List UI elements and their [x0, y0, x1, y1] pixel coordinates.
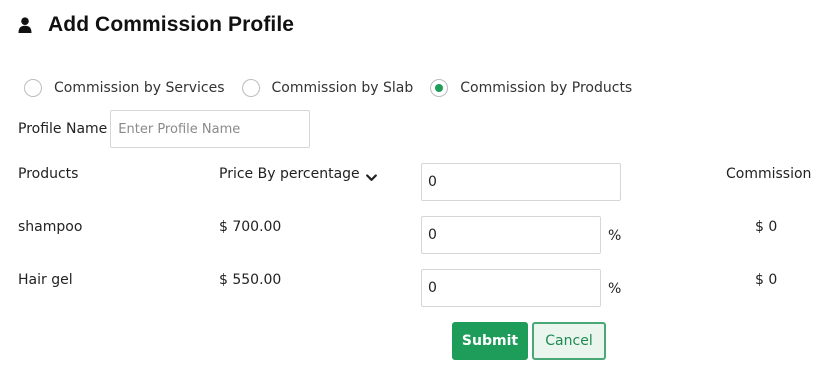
radio-commission-by-services[interactable]: Commission by Services — [24, 79, 225, 97]
radio-label: Commission by Services — [54, 80, 225, 96]
page-header: Add Commission Profile — [18, 10, 294, 40]
radio-button[interactable] — [241, 79, 260, 97]
cancel-button[interactable]: Cancel — [532, 322, 606, 360]
product-commission: $ 0 — [755, 272, 778, 288]
price-by-label: Price By percentage — [219, 166, 360, 182]
product-percentage-input[interactable] — [421, 216, 601, 254]
percent-unit: % — [608, 228, 622, 244]
product-price: $ 550.00 — [219, 272, 282, 288]
radio-label: Commission by Slab — [271, 80, 414, 96]
page-title: Add Commission Profile — [48, 13, 295, 36]
default-percentage-input[interactable] — [421, 163, 621, 201]
product-price: $ 700.00 — [219, 219, 282, 235]
radio-commission-by-slab[interactable]: Commission by Slab — [241, 79, 414, 97]
percent-unit: % — [608, 281, 622, 297]
product-name: shampoo — [18, 219, 83, 235]
product-commission: $ 0 — [755, 219, 778, 235]
radio-button[interactable] — [24, 79, 42, 97]
products-column-header: Products — [18, 166, 79, 182]
profile-name-row: Profile Name — [18, 110, 311, 148]
profile-name-input[interactable] — [110, 110, 311, 148]
radio-commission-by-products[interactable]: Commission by Products — [430, 79, 632, 97]
price-by-dropdown[interactable]: Price By percentage — [219, 166, 377, 182]
commission-type-group: Commission by Services Commission by Sla… — [24, 77, 649, 99]
chevron-down-icon — [365, 170, 377, 181]
product-percentage-input[interactable] — [421, 269, 601, 307]
submit-button[interactable]: Submit — [452, 322, 528, 360]
radio-button-selected[interactable] — [430, 79, 449, 97]
radio-label: Commission by Products — [460, 80, 633, 96]
commission-column-header: Commission — [726, 166, 812, 182]
profile-name-label: Profile Name — [18, 121, 108, 137]
user-icon — [18, 17, 32, 33]
product-name: Hair gel — [18, 272, 73, 288]
add-commission-profile-page: Add Commission Profile Commission by Ser… — [0, 0, 827, 380]
